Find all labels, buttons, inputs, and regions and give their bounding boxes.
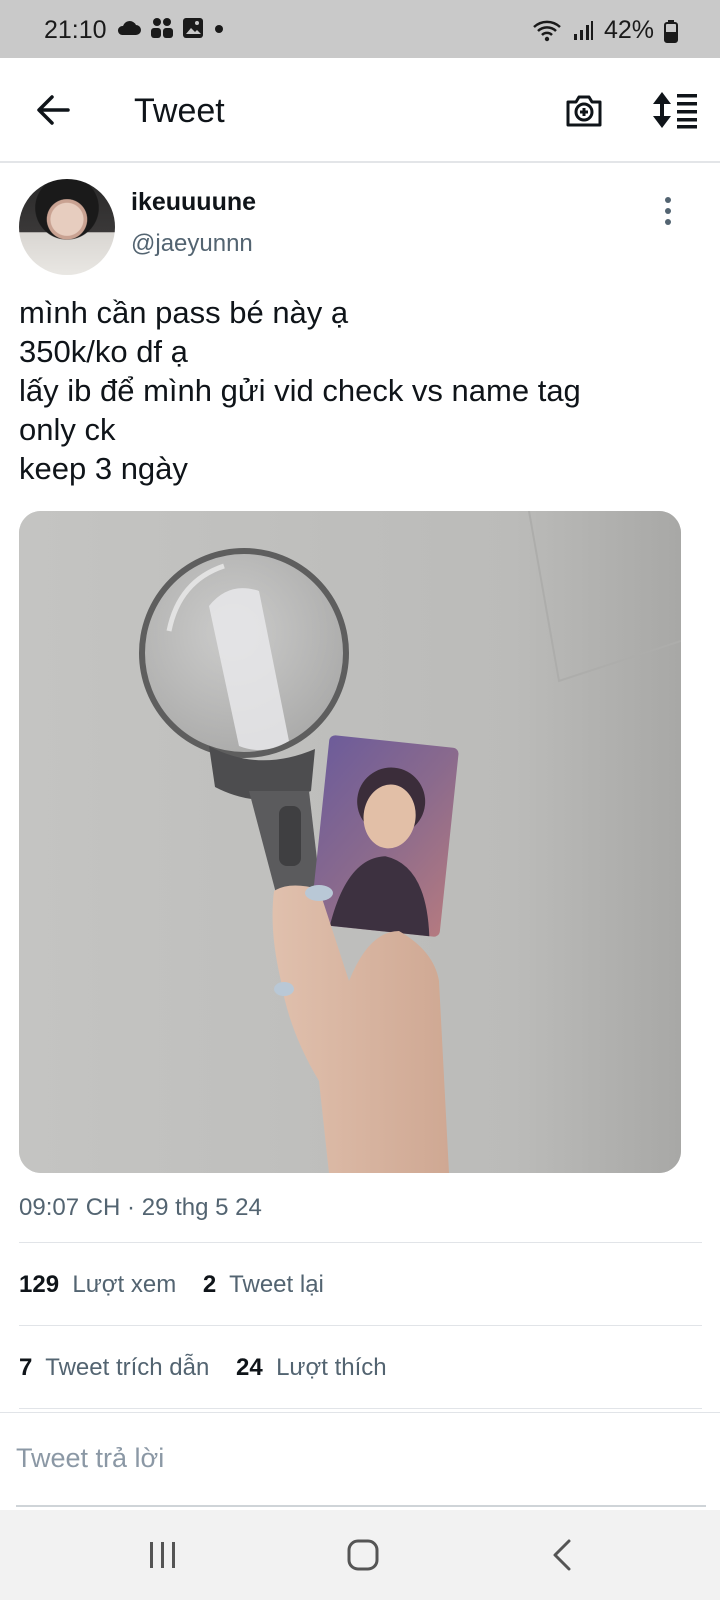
app-bar: Tweet (0, 58, 720, 163)
display-name[interactable]: ikeuuuune (131, 188, 256, 217)
page-title: Tweet (134, 92, 225, 130)
wifi-icon (533, 20, 561, 41)
divider (19, 1325, 702, 1326)
signal-icon (573, 20, 593, 40)
back-icon[interactable] (551, 1538, 573, 1572)
reply-box[interactable]: Tweet trả lời (0, 1412, 720, 1509)
camera-add-icon[interactable] (564, 90, 604, 130)
user-handle[interactable]: @jaeyunnn (131, 230, 253, 258)
image-icon (183, 18, 203, 38)
battery-icon (664, 19, 678, 43)
avatar[interactable] (19, 179, 115, 275)
tweet-text-line: lấy ib để mình gửi vid check vs name tag (19, 373, 581, 408)
status-time: 21:10 (44, 16, 107, 44)
more-options-icon[interactable] (662, 196, 674, 228)
divider (19, 1242, 702, 1243)
tweet-text-line: mình cần pass bé này ạ (19, 295, 349, 330)
tweet-photo[interactable] (19, 511, 681, 1173)
reply-input[interactable]: Tweet trả lời (16, 1443, 164, 1474)
reply-underline (16, 1505, 706, 1507)
battery-percent: 42% (603, 16, 654, 44)
quotes-stat[interactable]: 7 Tweet trích dẫn (19, 1354, 209, 1382)
divider (19, 1408, 702, 1409)
recents-icon[interactable] (146, 1540, 180, 1570)
tweet-text-line: only ck (19, 412, 116, 447)
photo-illustration (19, 511, 681, 1173)
tweet-text-line: keep 3 ngày (19, 451, 188, 486)
dot-icon (215, 25, 223, 33)
home-icon[interactable] (346, 1538, 380, 1572)
cloud-icon (117, 21, 141, 35)
tweet-timestamp[interactable]: 09:07 CH · 29 thg 5 24 (19, 1194, 262, 1222)
stats-row-1: 129 Lượt xem 2 Tweet lại (19, 1271, 344, 1299)
likes-stat[interactable]: 24 Lượt thích (236, 1354, 387, 1382)
sort-icon[interactable] (651, 90, 699, 130)
views-stat[interactable]: 129 Lượt xem (19, 1271, 176, 1299)
back-arrow-icon[interactable] (34, 91, 72, 129)
tweet-text: mình cần pass bé này ạ 350k/ko df ạ lấy … (19, 293, 679, 488)
stats-row-2: 7 Tweet trích dẫn 24 Lượt thích (19, 1354, 407, 1382)
system-nav-bar (0, 1510, 720, 1600)
retweets-stat[interactable]: 2 Tweet lại (203, 1271, 324, 1299)
tweet-text-line: 350k/ko df ạ (19, 334, 188, 369)
people-icon (151, 18, 173, 38)
status-bar: 21:10 42% (0, 0, 720, 58)
